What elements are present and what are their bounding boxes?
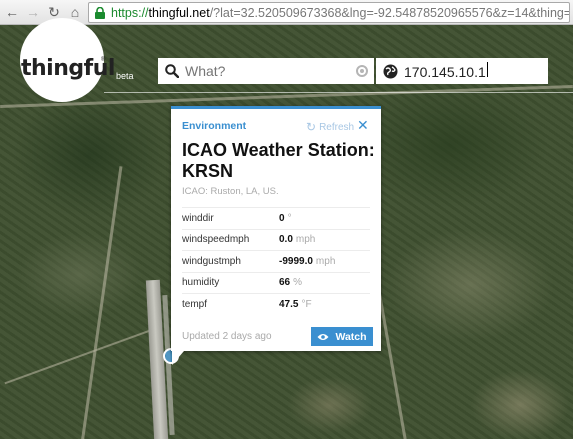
text-caret <box>486 62 488 77</box>
row-unit: mph <box>295 234 316 246</box>
forward-icon[interactable]: → <box>24 3 42 21</box>
lock-icon <box>95 6 105 19</box>
data-table[interactable]: winddir 0 ° windspeedmph 0.0 mph windgus… <box>182 207 370 317</box>
thing-detail-card: Environment ↻ Refresh ✕ ICAO Weather Sta… <box>171 106 381 351</box>
browser-toolbar: ← → ↻ ⌂ https://thingful.net/?lat=32.520… <box>0 0 573 25</box>
search-icon <box>165 64 179 78</box>
watch-label: Watch <box>335 330 367 343</box>
address-bar[interactable]: https://thingful.net/?lat=32.52050967336… <box>88 2 570 23</box>
globe-icon <box>383 64 398 78</box>
row-key: humidity <box>182 277 220 289</box>
search-input[interactable] <box>185 63 335 79</box>
beta-badge: beta <box>116 71 134 81</box>
refresh-button[interactable]: ↻ Refresh <box>306 120 354 134</box>
table-row: windspeedmph 0.0 mph <box>182 228 370 251</box>
table-row: windgustmph -9999.0 mph <box>182 250 370 272</box>
url-path: /?lat=32.520509673368&lng=-92.5487852096… <box>209 5 570 20</box>
row-key: windgustmph <box>182 255 241 267</box>
table-row: winddir 0 ° <box>182 207 370 229</box>
back-icon[interactable]: ← <box>3 3 21 21</box>
row-value: 0.0 <box>279 234 293 246</box>
card-title: ICAO Weather Station: KRSN <box>182 140 375 181</box>
row-unit: °F <box>301 298 312 310</box>
row-value: 0 <box>279 212 285 224</box>
url-scheme: https:// <box>111 5 149 20</box>
card-pointer <box>172 351 184 365</box>
row-value: 47.5 <box>279 298 299 310</box>
category-label: Environment <box>182 120 247 132</box>
row-unit: ° <box>287 212 292 224</box>
url-host: thingful.net <box>148 5 210 20</box>
row-key: winddir <box>182 212 214 224</box>
row-key: tempf <box>182 298 208 310</box>
row-value: 66 <box>279 277 291 289</box>
table-row: tempf 47.5 °F <box>182 293 370 315</box>
header-divider <box>104 92 573 93</box>
eye-icon <box>317 333 329 340</box>
location-box[interactable]: 170.145.10.1 <box>376 58 548 84</box>
refresh-icon: ↻ <box>306 120 317 134</box>
row-value: -9999.0 <box>279 255 313 267</box>
row-unit: % <box>293 277 303 289</box>
row-unit: mph <box>315 255 336 267</box>
location-input[interactable]: 170.145.10.1 <box>404 62 544 80</box>
row-key: windspeedmph <box>182 234 250 246</box>
close-icon[interactable]: ✕ <box>357 117 369 134</box>
table-row: humidity 66 % <box>182 271 370 294</box>
locate-icon[interactable] <box>356 65 368 77</box>
updated-timestamp: Updated 2 days ago <box>182 331 272 342</box>
logo-registered-mark: ® <box>101 57 106 63</box>
refresh-label: Refresh <box>319 121 355 133</box>
watch-button[interactable]: Watch <box>311 327 373 346</box>
location-value: 170.145.10.1 <box>404 64 486 80</box>
search-box[interactable] <box>158 58 374 84</box>
card-subtitle: ICAO: Ruston, LA, US. <box>182 186 279 197</box>
map-road <box>4 327 156 385</box>
map-road <box>80 166 123 439</box>
